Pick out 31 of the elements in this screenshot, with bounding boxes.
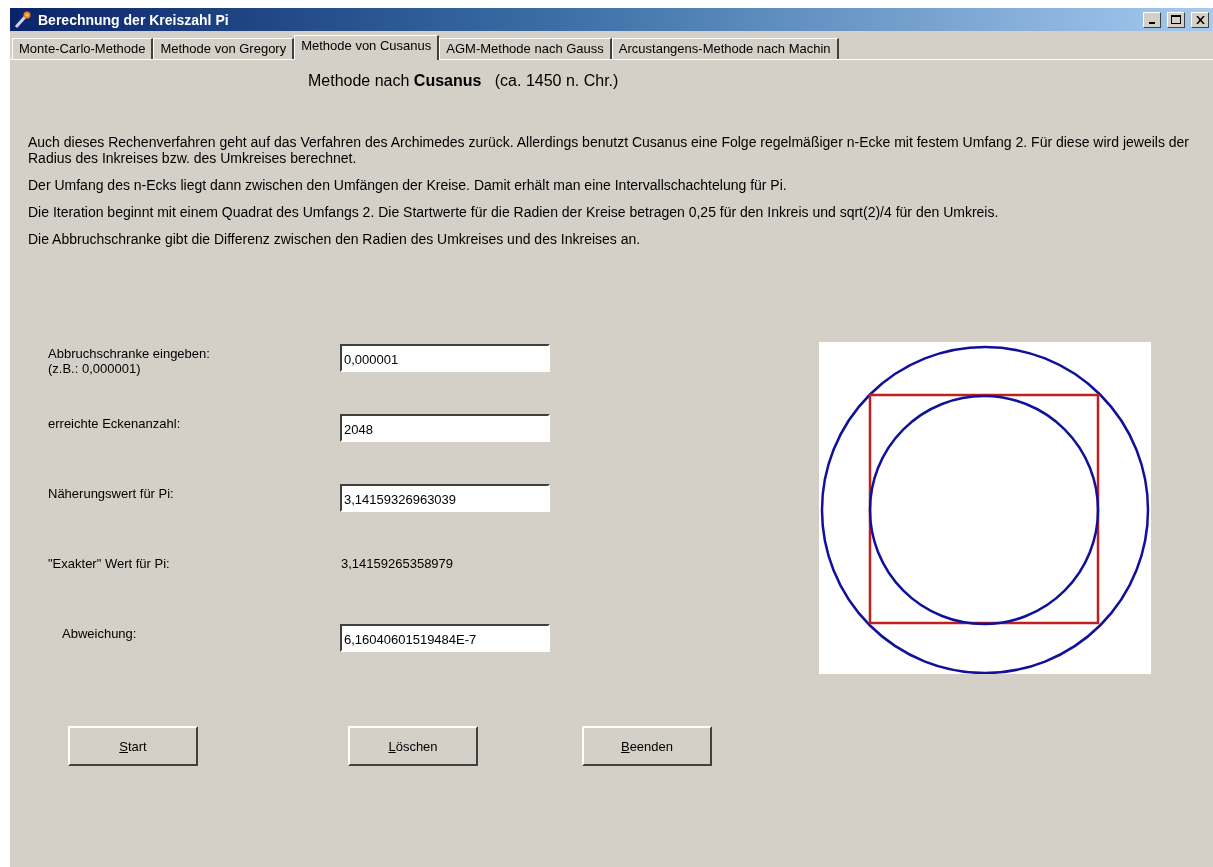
close-button[interactable]	[1191, 11, 1209, 28]
field-label: erreichte Eckenanzahl:	[48, 415, 182, 433]
value-field[interactable]: 3,14159326963039	[340, 484, 550, 512]
field-label: Abweichung:	[61, 625, 138, 643]
tab[interactable]: Methode von Gregory	[153, 38, 295, 59]
description-paragraph: Der Umfang des n-Ecks liegt dann zwischen den Umfängen der Kreise. Damit erhält man eine Intervallschachtelung für Pi.	[28, 177, 788, 193]
exact-value: 3,14159265358979	[340, 555, 455, 573]
wand-icon	[14, 10, 32, 29]
value-field[interactable]: 2048	[340, 414, 550, 442]
tab[interactable]: Methode von Cusanus	[294, 35, 440, 60]
maximize-button[interactable]	[1167, 11, 1185, 28]
tab[interactable]: Arcustangens-Methode nach Machin	[611, 38, 839, 59]
value-field[interactable]: 0,000001	[340, 344, 550, 372]
maximize-icon	[1171, 15, 1181, 24]
field-label: Abbruchschranke eingeben: (z.B.: 0,000001)	[48, 345, 211, 378]
method-heading: Methode nach Cusanus (ca. 1450 n. Chr.)	[308, 72, 620, 90]
minimize-icon	[1149, 21, 1155, 24]
minimize-button[interactable]	[1143, 11, 1161, 28]
description-paragraph: Die Abbruchschranke gibt die Differenz zwischen den Radien des Umkreises und des Inkreises an.	[28, 231, 642, 247]
close-icon	[1195, 15, 1205, 24]
tab[interactable]: Monte-Carlo-Methode	[12, 38, 154, 59]
description-paragraph: Die Iteration beginnt mit einem Quadrat des Umfangs 2. Die Startwerte für die Radien der Kreise betragen 0,25 für den Inkreis und sqrt(2)/4 für den Umkreis.	[28, 204, 1000, 220]
field-label: Näherungswert für Pi:	[48, 485, 175, 503]
window-title: Berechnung der Kreiszahl Pi	[38, 11, 230, 28]
description-paragraph: Auch dieses Rechenverfahren geht auf das Verfahren des Archimedes zurück. Allerdings benutzt Cusanus eine Folge regelmäßiger n-Ecke mit festem Umfang 2. Für diese wird jeweils der Radius des Inkreises bzw. des Umkreises berechnet.	[28, 134, 1191, 166]
value-field[interactable]: 6,16040601519484E-7	[340, 624, 550, 652]
action-button[interactable]: Löschen	[348, 726, 478, 766]
action-button[interactable]: Beenden	[582, 726, 712, 766]
action-button[interactable]: Start	[68, 726, 198, 766]
field-label: "Exakter" Wert für Pi:	[48, 555, 171, 573]
tab[interactable]: AGM-Methode nach Gauss	[439, 38, 612, 59]
